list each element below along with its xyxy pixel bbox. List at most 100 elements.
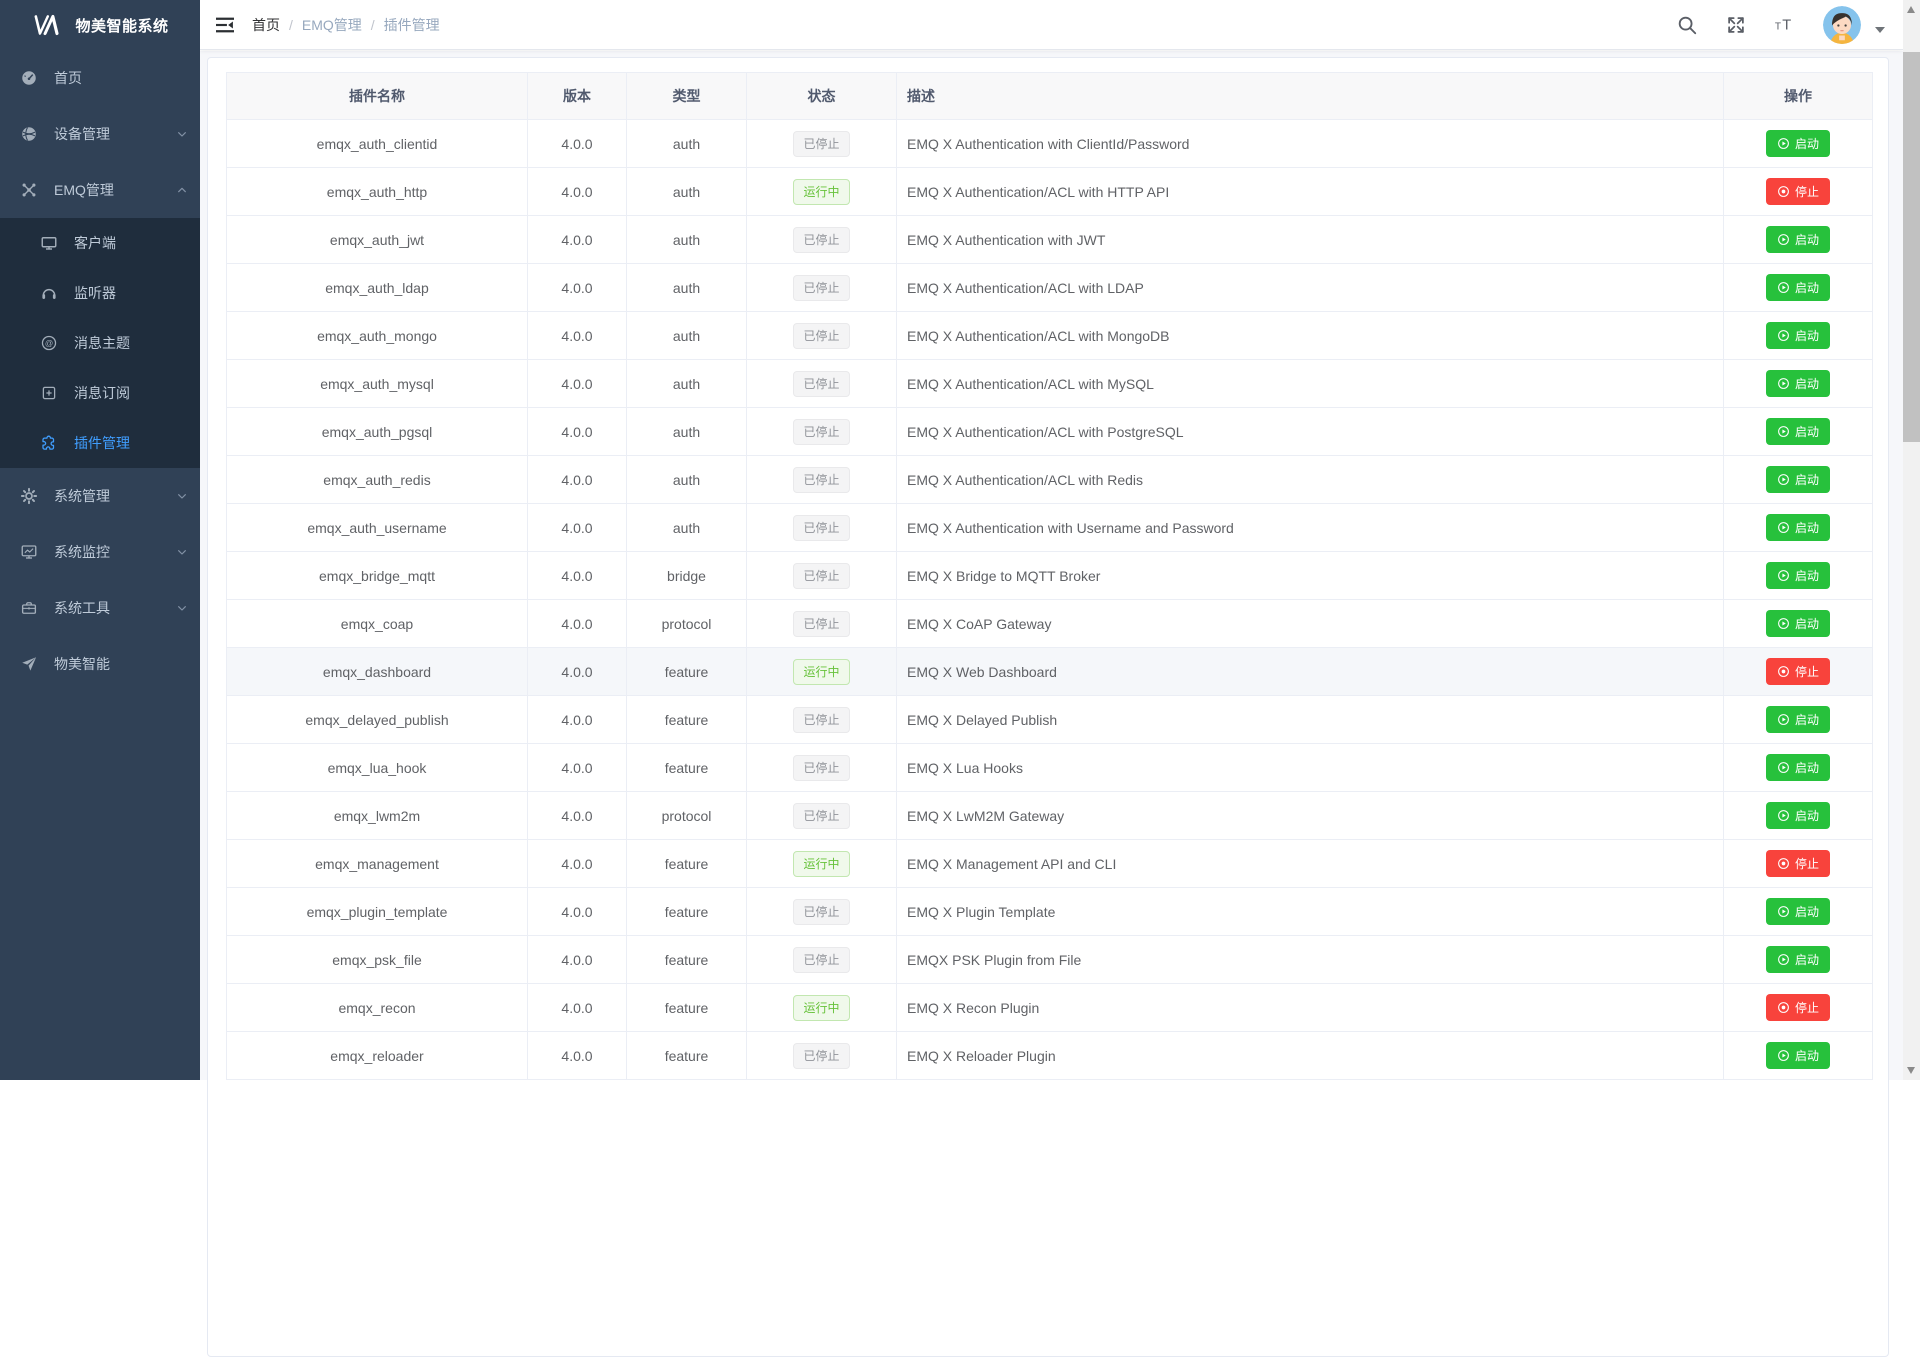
play-circle-icon xyxy=(1777,233,1790,246)
sidebar-item-system[interactable]: 系统管理 xyxy=(0,468,200,524)
sidebar-item-listener[interactable]: 监听器 xyxy=(0,268,200,318)
vertical-scrollbar[interactable] xyxy=(1903,0,1920,1080)
plugin-action-cell: 启动 xyxy=(1724,936,1873,984)
sidebar-item-tools[interactable]: 系统工具 xyxy=(0,580,200,636)
sidebar-item-plugin[interactable]: 插件管理 xyxy=(0,418,200,468)
toolbox-icon xyxy=(20,599,38,617)
plugin-type: auth xyxy=(673,232,700,248)
play-circle-icon xyxy=(1777,281,1790,294)
subscribe-plus-icon xyxy=(40,384,58,402)
start-button[interactable]: 启动 xyxy=(1766,514,1830,541)
plugin-name-cell: emqx_bridge_mqtt xyxy=(227,552,528,600)
plugin-desc-cell: EMQX PSK Plugin from File xyxy=(897,936,1724,984)
plugin-desc-cell: EMQ X Authentication/ACL with HTTP API xyxy=(897,168,1724,216)
search-icon[interactable] xyxy=(1676,14,1698,36)
sidebar-collapse-icon[interactable] xyxy=(215,15,235,35)
plugin-version-cell: 4.0.0 xyxy=(528,792,627,840)
plugin-status-cell: 已停止 xyxy=(747,1032,897,1080)
stop-button[interactable]: 停止 xyxy=(1766,994,1830,1021)
start-button[interactable]: 启动 xyxy=(1766,898,1830,925)
caret-down-icon[interactable] xyxy=(1875,27,1885,33)
scrollbar-thumb[interactable] xyxy=(1903,52,1920,442)
play-circle-icon xyxy=(1777,425,1790,438)
start-button[interactable]: 启动 xyxy=(1766,802,1830,829)
plugin-version: 4.0.0 xyxy=(561,184,592,200)
chevron-down-icon xyxy=(174,126,190,142)
sidebar-item-label: 系统管理 xyxy=(54,486,110,506)
plugin-version-cell: 4.0.0 xyxy=(528,888,627,936)
status-badge: 已停止 xyxy=(793,515,849,541)
start-button[interactable]: 启动 xyxy=(1766,130,1830,157)
plugin-desc-cell: EMQ X Bridge to MQTT Broker xyxy=(897,552,1724,600)
sidebar-item-home[interactable]: 首页 xyxy=(0,50,200,106)
plugin-version-cell: 4.0.0 xyxy=(528,936,627,984)
sidebar-item-label: 消息订阅 xyxy=(74,383,130,403)
scroll-down-icon[interactable] xyxy=(1907,1067,1915,1074)
plugin-status-cell: 已停止 xyxy=(747,744,897,792)
plugin-type: auth xyxy=(673,184,700,200)
play-circle-icon xyxy=(1777,713,1790,726)
plugin-type-cell: feature xyxy=(627,696,747,744)
start-button[interactable]: 启动 xyxy=(1766,370,1830,397)
sidebar-item-wumei[interactable]: 物美智能 xyxy=(0,636,200,692)
start-button[interactable]: 启动 xyxy=(1766,562,1830,589)
chevron-down-icon xyxy=(174,600,190,616)
app-logo[interactable]: 物美智能系统 xyxy=(0,0,200,50)
start-button[interactable]: 启动 xyxy=(1766,226,1830,253)
button-label: 启动 xyxy=(1795,762,1819,774)
fullscreen-icon[interactable] xyxy=(1725,14,1747,36)
sidebar-item-emq[interactable]: EMQ管理 xyxy=(0,162,200,218)
table-row: emqx_plugin_template4.0.0feature已停止EMQ X… xyxy=(227,888,1873,936)
status-badge: 运行中 xyxy=(793,851,849,877)
plugin-status-cell: 已停止 xyxy=(747,312,897,360)
plugin-desc: EMQ X Lua Hooks xyxy=(907,760,1023,776)
start-button[interactable]: 启动 xyxy=(1766,418,1830,445)
play-circle-icon xyxy=(1777,137,1790,150)
plugin-status-cell: 已停止 xyxy=(747,600,897,648)
start-button[interactable]: 启动 xyxy=(1766,1042,1830,1069)
breadcrumb-separator: / xyxy=(371,17,375,33)
plugin-desc-cell: EMQ X Delayed Publish xyxy=(897,696,1724,744)
plugin-type: protocol xyxy=(662,616,712,632)
start-button[interactable]: 启动 xyxy=(1766,754,1830,781)
sidebar-item-device[interactable]: 设备管理 xyxy=(0,106,200,162)
plugin-name-cell: emqx_psk_file xyxy=(227,936,528,984)
sidebar-item-label: 物美智能 xyxy=(54,654,110,674)
start-button[interactable]: 启动 xyxy=(1766,946,1830,973)
plugin-type-cell: feature xyxy=(627,888,747,936)
plugin-action-cell: 启动 xyxy=(1724,264,1873,312)
plugin-type: protocol xyxy=(662,808,712,824)
stop-button[interactable]: 停止 xyxy=(1766,658,1830,685)
stop-button[interactable]: 停止 xyxy=(1766,850,1830,877)
plugin-version: 4.0.0 xyxy=(561,712,592,728)
plugin-name: emqx_recon xyxy=(338,1000,415,1016)
plugin-action-cell: 启动 xyxy=(1724,600,1873,648)
start-button[interactable]: 启动 xyxy=(1766,466,1830,493)
breadcrumb-item[interactable]: 首页 xyxy=(252,15,280,35)
plugin-name-cell: emqx_auth_mongo xyxy=(227,312,528,360)
scroll-up-icon[interactable] xyxy=(1907,6,1915,13)
table-row: emqx_auth_mongo4.0.0auth已停止EMQ X Authent… xyxy=(227,312,1873,360)
start-button[interactable]: 启动 xyxy=(1766,274,1830,301)
start-button[interactable]: 启动 xyxy=(1766,610,1830,637)
plugin-type: feature xyxy=(665,904,709,920)
sidebar-item-monitor[interactable]: 系统监控 xyxy=(0,524,200,580)
play-circle-icon xyxy=(1777,761,1790,774)
plugin-desc-cell: EMQ X LwM2M Gateway xyxy=(897,792,1724,840)
sidebar-item-client[interactable]: 客户端 xyxy=(0,218,200,268)
plugin-desc-cell: EMQ X Plugin Template xyxy=(897,888,1724,936)
plugin-version-cell: 4.0.0 xyxy=(528,600,627,648)
sidebar-item-subscribe[interactable]: 消息订阅 xyxy=(0,368,200,418)
user-avatar[interactable] xyxy=(1823,6,1861,44)
stop-button[interactable]: 停止 xyxy=(1766,178,1830,205)
plugin-type: auth xyxy=(673,280,700,296)
topic-at-icon: @ xyxy=(40,334,58,352)
status-badge: 已停止 xyxy=(793,419,849,445)
start-button[interactable]: 启动 xyxy=(1766,322,1830,349)
start-button[interactable]: 启动 xyxy=(1766,706,1830,733)
column-header: 操作 xyxy=(1724,73,1873,120)
plugin-desc-cell: EMQ X Web Dashboard xyxy=(897,648,1724,696)
font-size-icon[interactable]: T T xyxy=(1774,14,1796,36)
plugin-name: emqx_auth_clientid xyxy=(317,136,438,152)
sidebar-item-topic[interactable]: @消息主题 xyxy=(0,318,200,368)
